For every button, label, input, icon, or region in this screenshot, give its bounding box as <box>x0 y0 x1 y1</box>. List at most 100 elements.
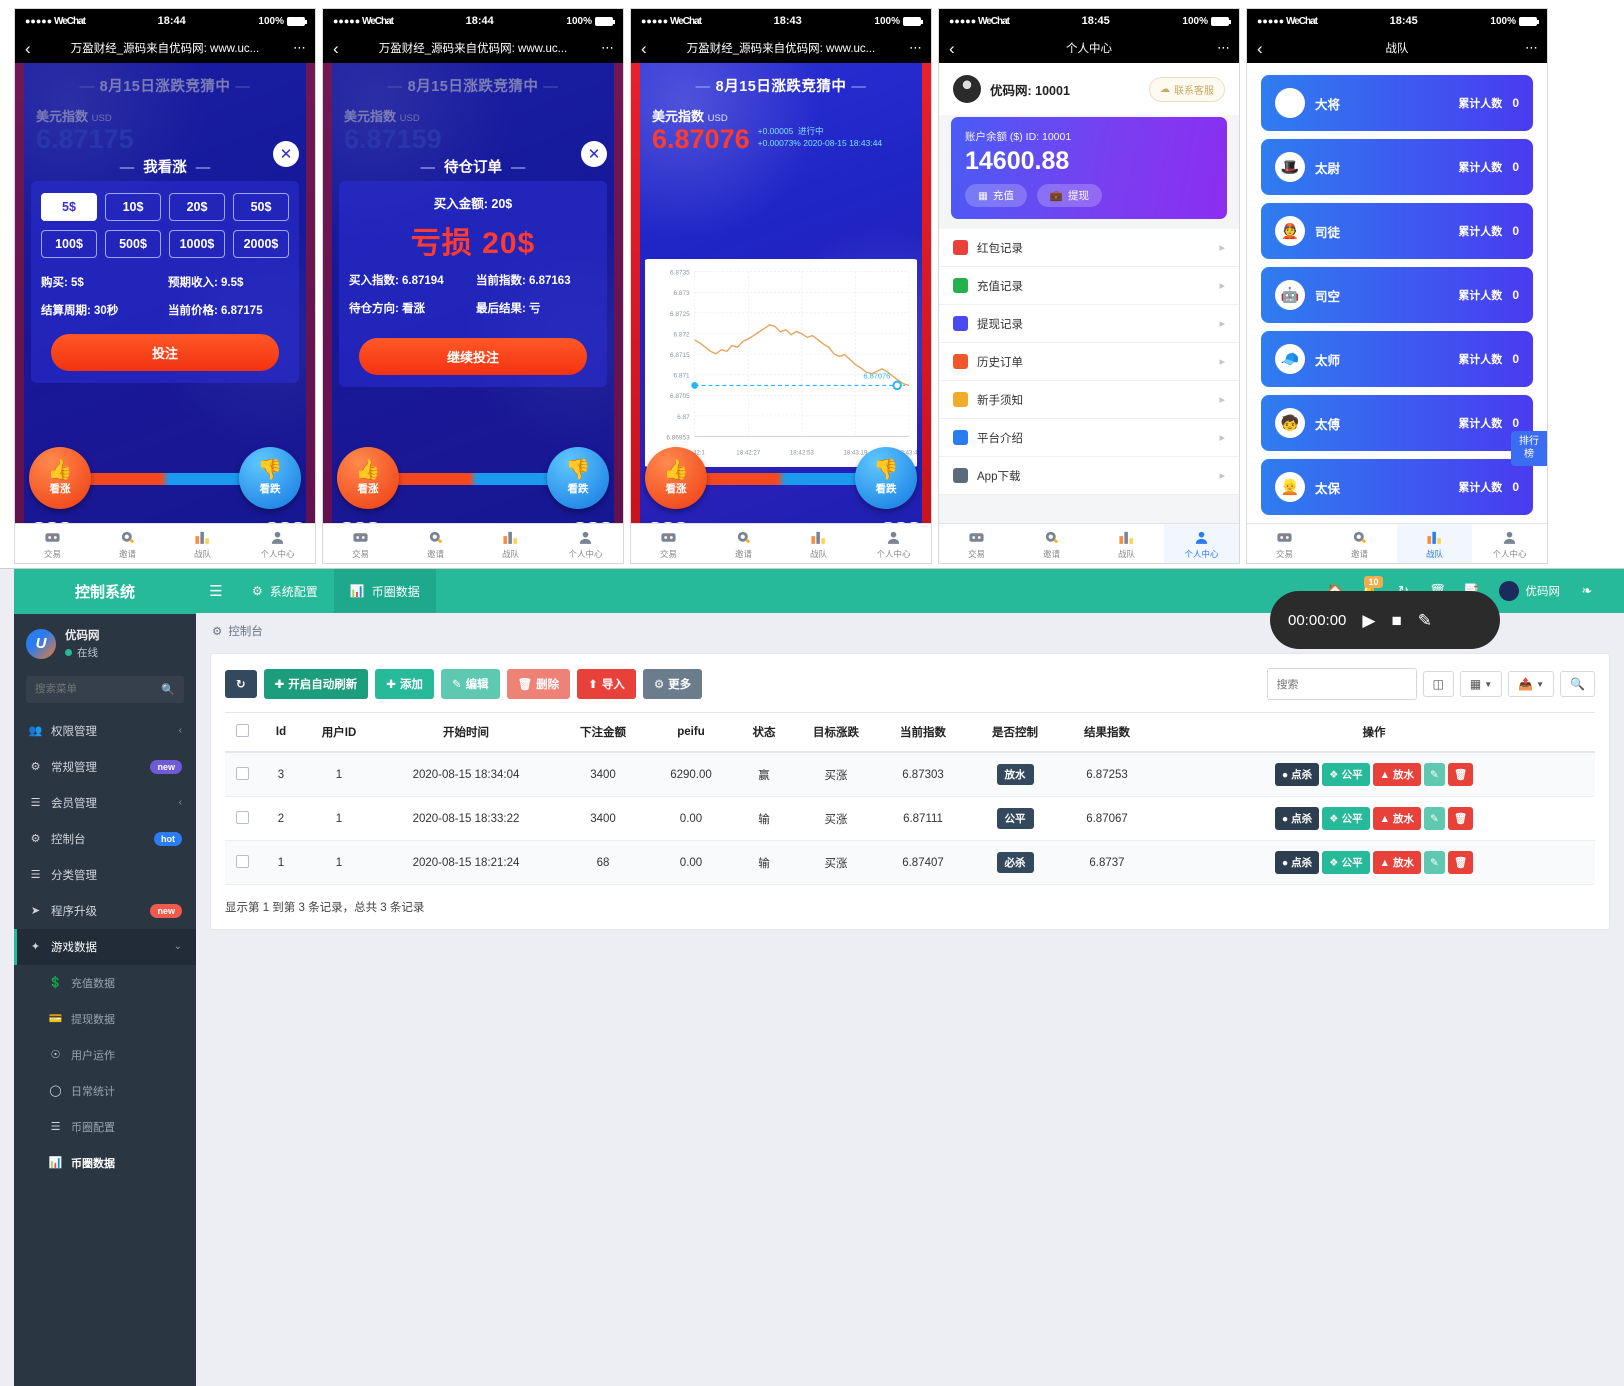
toolbar-导入-button[interactable]: ⬆ 导入 <box>577 669 636 699</box>
sidebar-item-币圈数据[interactable]: 📊 币圈数据 <box>14 1145 196 1181</box>
op-pencil-icon[interactable]: ✎ <box>1424 851 1445 874</box>
sidebar-item-分类管理[interactable]: ☰ 分类管理 <box>14 857 196 893</box>
op-点杀[interactable]: ● 点杀 <box>1274 763 1320 786</box>
op-公平[interactable]: ❖ 公平 <box>1322 763 1370 786</box>
tab-team[interactable]: 战队 <box>1397 524 1472 563</box>
row-checkbox-cell[interactable] <box>225 796 259 841</box>
op-pencil-icon[interactable]: ✎ <box>1424 763 1445 786</box>
op-公平[interactable]: ❖ 公平 <box>1322 807 1370 830</box>
tab-profile[interactable]: 个人中心 <box>240 524 315 563</box>
row-checkbox-cell[interactable] <box>225 840 259 885</box>
back-icon[interactable]: ‹ <box>641 40 647 57</box>
amount-chip[interactable]: 5$ <box>41 193 97 221</box>
tab-trade[interactable]: 交易 <box>323 524 398 563</box>
refresh-button[interactable]: ↻ <box>225 670 257 698</box>
sidebar-item-提现数据[interactable]: 💳 提现数据 <box>14 1001 196 1037</box>
menu-item-info[interactable]: 新手须知 ▸ <box>939 381 1239 419</box>
topbar-tab-币圈数据[interactable]: 📊 币圈数据 <box>333 569 436 613</box>
op-放水[interactable]: ▲ 放水 <box>1372 807 1421 830</box>
op-pencil-icon[interactable]: ✎ <box>1424 807 1445 830</box>
search-box[interactable] <box>1266 668 1417 700</box>
contact-support-button[interactable]: ☁ 联系客服 <box>1149 76 1225 102</box>
amount-chip[interactable]: 2000$ <box>233 230 289 258</box>
bet-up-button[interactable]: 👍 看涨 <box>337 447 399 509</box>
select-all-checkbox[interactable] <box>235 724 249 737</box>
rank-row[interactable]: 🧒 太傅 累计人数 0 <box>1261 395 1533 451</box>
more-icon[interactable]: ⋯ <box>1525 40 1538 56</box>
amount-chip[interactable]: 500$ <box>105 230 161 258</box>
leaderboard-tip[interactable]: 排行榜 <box>1511 431 1547 466</box>
rank-row[interactable]: 🧢 太师 累计人数 0 <box>1261 331 1533 387</box>
tab-invite[interactable]: 邀请 <box>1322 524 1397 563</box>
table-header-下注金额[interactable]: 下注金额 <box>557 712 649 753</box>
search-icon[interactable]: 🔍 <box>1560 671 1595 697</box>
row-checkbox[interactable] <box>235 854 249 868</box>
tab-invite[interactable]: 邀请 <box>1014 524 1089 563</box>
topbar-profile[interactable]: 优码网 <box>1498 581 1560 601</box>
place-bet-button[interactable]: 投注 <box>50 334 280 371</box>
toolbar-开启自动刷新-button[interactable]: ✚ 开启自动刷新 <box>263 669 369 699</box>
tab-trade[interactable]: 交易 <box>631 524 706 563</box>
table-header-操作[interactable]: 操作 <box>1153 712 1595 753</box>
columns-icon[interactable]: ◫ <box>1422 671 1454 697</box>
more-icon[interactable]: ⋯ <box>1217 40 1230 56</box>
rank-row[interactable]: 👲 司徒 累计人数 0 <box>1261 203 1533 259</box>
sidebar-item-日常统计[interactable]: ◯ 日常统计 <box>14 1073 196 1109</box>
tab-team[interactable]: 战队 <box>1089 524 1164 563</box>
table-header-select[interactable] <box>225 712 259 753</box>
bet-down-button[interactable]: 👎 看跌 <box>239 447 301 509</box>
sidebar-item-权限管理[interactable]: 👥 权限管理 ‹ <box>14 713 196 749</box>
table-header-用户ID[interactable]: 用户ID <box>303 712 375 753</box>
amount-chip[interactable]: 1000$ <box>169 230 225 258</box>
tab-team[interactable]: 战队 <box>781 524 856 563</box>
back-icon[interactable]: ‹ <box>25 40 31 57</box>
menu-item-withdraw[interactable]: 提现记录 ▸ <box>939 305 1239 343</box>
table-header-结果指数[interactable]: 结果指数 <box>1061 712 1153 753</box>
table-header-当前指数[interactable]: 当前指数 <box>877 712 969 753</box>
rank-row[interactable]: 🎩 太尉 累计人数 0 <box>1261 139 1533 195</box>
more-icon[interactable]: ⋯ <box>293 40 306 56</box>
amount-chip[interactable]: 50$ <box>233 193 289 221</box>
toolbar-更多-button[interactable]: ⚙ 更多 <box>642 669 703 699</box>
tab-team[interactable]: 战队 <box>165 524 240 563</box>
rank-row[interactable]: ♟ 大将 累计人数 0 <box>1261 75 1533 131</box>
amount-chip[interactable]: 100$ <box>41 230 97 258</box>
row-checkbox-cell[interactable] <box>225 752 259 797</box>
amount-chip[interactable]: 10$ <box>105 193 161 221</box>
tab-invite[interactable]: 邀请 <box>90 524 165 563</box>
table-row[interactable]: 1 1 2020-08-15 18:21:24 68 0.00 输买涨 6.87407 必杀 6… <box>225 840 1595 885</box>
op-trash-icon[interactable]: 🗑 <box>1447 851 1474 874</box>
sidebar-item-程序升级[interactable]: ➤ 程序升级 new <box>14 893 196 929</box>
tab-trade[interactable]: 交易 <box>15 524 90 563</box>
tab-trade[interactable]: 交易 <box>1247 524 1322 563</box>
tab-trade[interactable]: 交易 <box>939 524 1014 563</box>
more-icon[interactable]: ⋯ <box>909 40 922 56</box>
export-icon[interactable]: 📤 ▼ <box>1508 671 1555 697</box>
back-icon[interactable]: ‹ <box>1257 40 1263 57</box>
toolbar-编辑-button[interactable]: ✎ 编辑 <box>440 669 500 699</box>
back-icon[interactable]: ‹ <box>333 40 339 57</box>
bet-up-button[interactable]: 👍 看涨 <box>29 447 91 509</box>
row-checkbox[interactable] <box>235 810 249 824</box>
search-input[interactable] <box>1276 679 1407 691</box>
pencil-icon[interactable]: ✎ <box>1418 612 1432 629</box>
sidebar-search[interactable]: 🔍 <box>26 675 184 703</box>
rank-row[interactable]: 🤖 司空 累计人数 0 <box>1261 267 1533 323</box>
table-header-开始时间[interactable]: 开始时间 <box>375 712 557 753</box>
table-header-目标涨跌[interactable]: 目标涨跌 <box>795 712 877 753</box>
recharge-button[interactable]: ▦ 充值 <box>965 184 1027 207</box>
more-icon[interactable]: ⋯ <box>601 40 614 56</box>
op-trash-icon[interactable]: 🗑 <box>1447 807 1474 830</box>
topbar-tab-系统配置[interactable]: ⚙ 系统配置 <box>236 569 334 613</box>
sidebar-search-input[interactable] <box>35 683 162 696</box>
sidebar-item-游戏数据[interactable]: ✦ 游戏数据 ⌄ <box>14 928 196 965</box>
table-header-状态[interactable]: 状态 <box>733 712 795 753</box>
table-header-是否控制[interactable]: 是否控制 <box>969 712 1061 753</box>
menu-item-recharge[interactable]: 充值记录 ▸ <box>939 267 1239 305</box>
toolbar-删除-button[interactable]: 🗑 删除 <box>506 669 571 699</box>
stop-icon[interactable]: ■ <box>1391 612 1401 629</box>
menu-item-redpacket[interactable]: 红包记录 ▸ <box>939 229 1239 267</box>
sidebar-item-常规管理[interactable]: ⚙ 常规管理 new <box>14 749 196 785</box>
table-row[interactable]: 3 1 2020-08-15 18:34:04 3400 6290.00 赢买涨 6.873… <box>225 752 1595 797</box>
rank-row[interactable]: 👱 太保 累计人数 0 <box>1261 459 1533 515</box>
